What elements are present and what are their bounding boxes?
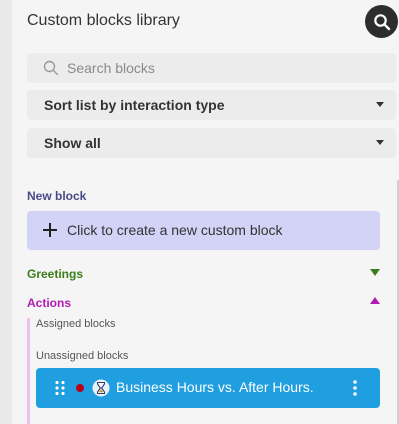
search-icon	[373, 13, 390, 30]
custom-blocks-panel: Custom blocks library Sort list by inter…	[12, 0, 399, 424]
search-icon	[43, 60, 59, 76]
search-field[interactable]	[27, 53, 396, 83]
create-custom-block-label: Click to create a new custom block	[67, 222, 283, 238]
sort-select-value: Sort list by interaction type	[44, 97, 225, 113]
status-dot	[76, 384, 84, 392]
filter-select[interactable]: Show all	[27, 128, 396, 158]
plus-icon	[43, 223, 57, 237]
drag-handle-icon[interactable]	[54, 380, 66, 396]
new-block-heading: New block	[27, 189, 87, 203]
custom-block-name: Business Hours vs. After Hours.	[116, 379, 314, 395]
category-actions[interactable]: Actions	[27, 294, 380, 312]
category-indent-bar	[27, 318, 30, 424]
category-label: Greetings	[27, 267, 84, 281]
custom-block-item[interactable]: Business Hours vs. After Hours.	[36, 368, 380, 408]
unassigned-blocks-heading: Unassigned blocks	[36, 350, 129, 362]
filter-select-value: Show all	[44, 135, 101, 151]
hourglass-icon	[92, 379, 110, 397]
search-input[interactable]	[67, 53, 387, 83]
collapse-up-icon	[370, 297, 380, 304]
more-vertical-icon[interactable]	[352, 379, 358, 397]
category-greetings[interactable]: Greetings	[27, 265, 380, 283]
assigned-blocks-heading: Assigned blocks	[36, 318, 116, 330]
expand-down-icon	[370, 269, 380, 276]
search-toggle-button[interactable]	[365, 5, 398, 38]
category-label: Actions	[27, 296, 72, 310]
create-custom-block-button[interactable]: Click to create a new custom block	[27, 211, 380, 250]
sort-select[interactable]: Sort list by interaction type	[27, 90, 396, 120]
chevron-down-icon	[376, 102, 384, 107]
panel-title: Custom blocks library	[27, 12, 180, 29]
chevron-down-icon	[376, 140, 384, 145]
